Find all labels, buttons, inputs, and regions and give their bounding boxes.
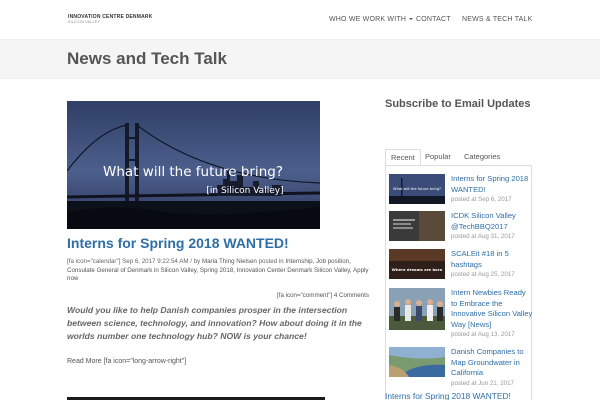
site-logo[interactable]: INNOVATION CENTRE DENMARK SILICON VALLEY xyxy=(68,14,153,25)
post-date: [fa icon="calendar"] Sep 6, 2017 9:22:54… xyxy=(67,258,189,265)
recent-post-link[interactable]: ICDK Silicon Valley @TechBBQ2017 xyxy=(451,211,533,232)
recent-post-thumbnail[interactable] xyxy=(389,347,445,377)
tab-categories[interactable]: Categories xyxy=(459,149,505,166)
recent-post-thumbnail[interactable]: Where dreams are born xyxy=(389,249,445,279)
recent-post-date: posted at Sep 6, 2017 xyxy=(451,196,512,203)
nav-news-tech-talk[interactable]: NEWS & TECH TALK xyxy=(462,16,533,23)
recent-post-text: ICDK Silicon Valley @TechBBQ2017 posted … xyxy=(451,211,533,241)
post-meta: [fa icon="calendar"] Sep 6, 2017 9:22:54… xyxy=(67,258,377,284)
nav-who-we-work-with[interactable]: WHO WE WORK WITH xyxy=(329,16,414,23)
popular-post-link[interactable]: Interns for Spring 2018 WANTED! xyxy=(385,391,511,400)
nav-who-we-work-with-label: WHO WE WORK WITH xyxy=(329,16,407,23)
recent-post-link[interactable]: Interns for Spring 2018 WANTED! xyxy=(451,174,533,195)
post-featured-image[interactable]: What will the future bring? [in Silicon … xyxy=(67,101,320,229)
recent-post-date: posted at Jun 21, 2017 xyxy=(451,379,514,387)
post-excerpt: Would you like to help Danish companies … xyxy=(67,305,362,341)
page-title: News and Tech Talk xyxy=(67,49,227,68)
hero-text-line1: What will the future bring? xyxy=(103,164,283,180)
recent-post-link[interactable]: Intern Newbies Ready to Embrace the Inno… xyxy=(451,288,533,330)
top-navbar: INNOVATION CENTRE DENMARK SILICON VALLEY… xyxy=(0,0,600,40)
thumb-text-3: Where dreams are born xyxy=(392,267,443,272)
post-meta-by: / by xyxy=(188,258,202,265)
chevron-down-icon xyxy=(409,18,414,21)
page-title-band: News and Tech Talk xyxy=(0,39,600,79)
recent-post-text: SCALEit #18 in 5 hashtags posted at Aug … xyxy=(451,249,533,279)
nav-contact[interactable]: CONTACT xyxy=(416,16,451,23)
recent-post-text: Intern Newbies Ready to Embrace the Inno… xyxy=(451,288,533,339)
recent-post-text: Interns for Spring 2018 WANTED! posted a… xyxy=(451,174,533,204)
post-title-link[interactable]: Interns for Spring 2018 WANTED! xyxy=(67,235,289,251)
subscribe-title: Subscribe to Email Updates xyxy=(385,98,531,110)
recent-post-date: posted at Aug 13, 2017 xyxy=(451,331,515,338)
post-author-link[interactable]: Maria Thing Nielsen xyxy=(202,258,257,265)
hero-text-line2: [in Silicon Valley] xyxy=(206,186,283,196)
tab-popular[interactable]: Popular xyxy=(420,149,456,166)
tab-recent[interactable]: Recent xyxy=(385,149,421,166)
recent-post-link[interactable]: Danish Companies to Map Groundwater in C… xyxy=(451,347,533,379)
recent-post-link[interactable]: SCALEit #18 in 5 hashtags xyxy=(451,249,533,270)
thumb-text-1: What will the future bring? xyxy=(393,187,441,191)
recent-post-thumbnail[interactable] xyxy=(389,288,445,330)
post-comments-link[interactable]: [fa icon="comment"] 4 Comments xyxy=(277,292,369,299)
logo-subtitle: SILICON VALLEY xyxy=(68,20,101,24)
recent-post-date: posted at Aug 31, 2017 xyxy=(451,233,515,240)
post-meta-posted-in: posted in xyxy=(256,258,286,265)
recent-post-text: Danish Companies to Map Groundwater in C… xyxy=(451,347,533,388)
recent-post-thumbnail[interactable]: What will the future bring? xyxy=(389,174,445,204)
recent-post-date: posted at Aug 25, 2017 xyxy=(451,271,515,278)
recent-post-thumbnail[interactable] xyxy=(389,211,445,241)
read-more-link[interactable]: Read More [fa icon="long-arrow-right"] xyxy=(67,358,186,365)
